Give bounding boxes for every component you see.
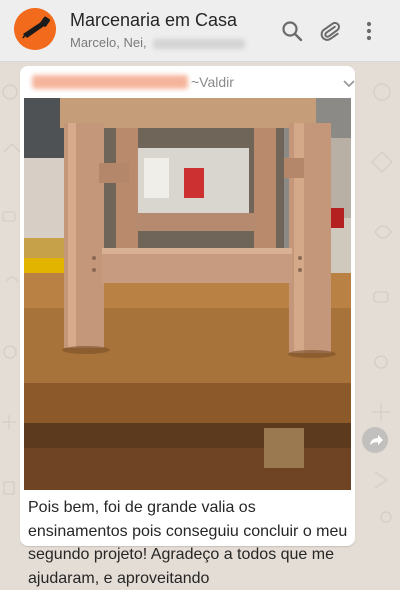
message-photo[interactable]	[24, 98, 351, 490]
members-redacted	[152, 38, 245, 49]
group-members[interactable]: Marcelo, Nei,	[70, 35, 245, 50]
group-avatar[interactable]	[14, 8, 56, 50]
saw-logo-icon	[14, 8, 56, 50]
stool-photo	[24, 98, 351, 490]
members-text: Marcelo, Nei,	[70, 35, 147, 50]
more-vert-icon[interactable]	[357, 19, 381, 43]
forward-button[interactable]	[362, 427, 388, 453]
sender-phone-redacted	[32, 75, 188, 89]
message-text: Pois bem, foi de grande valia os ensinam…	[28, 499, 348, 587]
paperclip-icon[interactable]	[318, 19, 342, 43]
forward-arrow-icon	[370, 435, 383, 445]
chevron-down-icon[interactable]	[342, 77, 356, 91]
chat-header: Marcenaria em Casa Marcelo, Nei,	[0, 0, 400, 62]
sender-name[interactable]: ~Valdir	[191, 74, 234, 90]
search-icon[interactable]	[280, 19, 304, 43]
group-title[interactable]: Marcenaria em Casa	[70, 10, 237, 31]
sender-row: ~Valdir	[32, 73, 355, 93]
message-bubble[interactable]: ~Valdir Pois bem, foi de grande valia os…	[20, 66, 355, 587]
